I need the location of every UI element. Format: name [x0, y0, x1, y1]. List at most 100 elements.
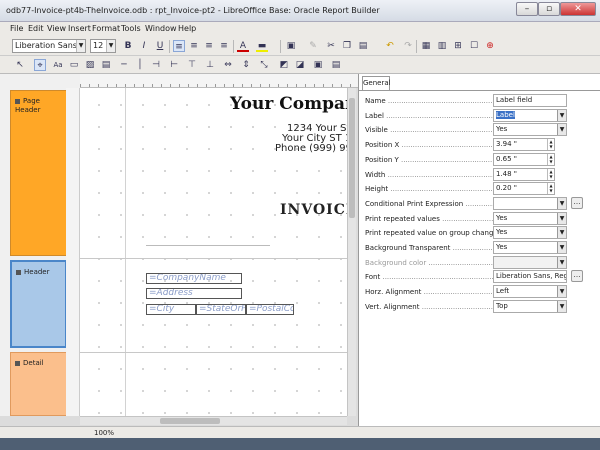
save-icon[interactable]: ▣: [285, 40, 297, 52]
section-detail[interactable]: Detail: [10, 352, 67, 416]
properties-icon[interactable]: ☐: [468, 40, 480, 52]
align-left-edges-icon[interactable]: ⊣: [150, 59, 162, 71]
image-control-icon[interactable]: ▨: [84, 59, 96, 71]
chevron-down-icon[interactable]: ▼: [557, 197, 566, 209]
align-top-icon[interactable]: ⊤: [186, 59, 198, 71]
property-value[interactable]: Top ▼: [493, 299, 567, 313]
menu-window[interactable]: Window: [145, 24, 177, 33]
font-size-combo[interactable]: 12 ▼: [90, 39, 116, 53]
property-value[interactable]: Liberation Sans, Regula: [493, 270, 567, 284]
horizontal-line-icon[interactable]: ─: [118, 59, 130, 71]
company-name-field[interactable]: =CompanyName: [146, 273, 242, 284]
underline-icon[interactable]: U: [154, 40, 166, 52]
chart-icon[interactable]: ▤: [100, 59, 112, 71]
field-list-icon[interactable]: ▥: [436, 40, 448, 52]
invoice-title-label[interactable]: INVOICE: [280, 202, 347, 218]
copy-icon[interactable]: ❐: [341, 40, 353, 52]
chevron-down-icon[interactable]: ▼: [557, 227, 566, 239]
bold-icon[interactable]: B: [122, 40, 134, 52]
property-value[interactable]: 0.65 " ▲ ▼: [493, 152, 555, 166]
menu-insert[interactable]: Insert: [68, 24, 91, 33]
address-field[interactable]: =Address: [146, 288, 242, 299]
label-field-icon[interactable]: Aa: [52, 59, 64, 71]
cut-icon[interactable]: ✂: [325, 40, 337, 52]
align-right-edges-icon[interactable]: ⊢: [168, 59, 180, 71]
postal-code-field[interactable]: =PostalCo: [246, 304, 294, 315]
font-color-icon[interactable]: A: [237, 40, 249, 52]
sorting-grouping-icon[interactable]: ⊞: [452, 40, 464, 52]
menu-view[interactable]: View: [47, 24, 66, 33]
menu-format[interactable]: Format: [92, 24, 120, 33]
edit-icon[interactable]: ✎: [307, 40, 319, 52]
align-left-icon[interactable]: ≡: [173, 40, 185, 52]
spin-arrows-icon[interactable]: ▲ ▼: [547, 183, 554, 195]
property-value[interactable]: Yes ▼: [493, 123, 567, 137]
close-button[interactable]: ✕: [560, 2, 596, 16]
chevron-down-icon[interactable]: ▼: [557, 124, 566, 136]
ellipsis-button[interactable]: …: [571, 196, 583, 209]
zoom-level[interactable]: 100%: [94, 429, 114, 437]
property-value[interactable]: Yes ▼: [493, 226, 567, 240]
spin-arrows-icon[interactable]: ▲ ▼: [547, 168, 554, 180]
bring-to-front-icon[interactable]: ◩: [278, 59, 290, 71]
shrink-icon[interactable]: ⇔: [222, 59, 234, 71]
horizontal-scrollbar[interactable]: [80, 416, 347, 425]
object-resize-icon[interactable]: ⤡: [258, 59, 270, 71]
report-canvas[interactable]: Your Compan 1234 Your Stre Your City ST …: [80, 88, 347, 416]
chevron-down-icon[interactable]: ▼: [557, 242, 566, 253]
grid-icon[interactable]: ▦: [420, 40, 432, 52]
horizontal-line[interactable]: [146, 245, 270, 246]
scroll-thumb[interactable]: [349, 98, 355, 218]
section-page-header[interactable]: Page Header: [10, 90, 67, 256]
property-value[interactable]: Label field: [493, 94, 567, 107]
align-right-icon[interactable]: ≡: [203, 40, 215, 52]
group-icon[interactable]: ▣: [312, 59, 324, 71]
section-header[interactable]: Header: [10, 260, 67, 348]
vertical-scrollbar[interactable]: [347, 88, 356, 416]
align-center-icon[interactable]: ≡: [188, 40, 200, 52]
italic-icon[interactable]: I: [138, 40, 150, 52]
chevron-down-icon[interactable]: ▼: [557, 212, 566, 224]
align-justify-icon[interactable]: ≡: [218, 40, 230, 52]
property-value[interactable]: 0.20 " ▲ ▼: [493, 182, 555, 196]
menu-file[interactable]: File: [10, 24, 23, 33]
redo-icon[interactable]: ↷: [402, 40, 414, 52]
minimize-button[interactable]: –: [516, 2, 538, 16]
vertical-line-icon[interactable]: │: [134, 59, 146, 71]
property-value[interactable]: 3.94 " ▲ ▼: [493, 138, 555, 152]
property-value[interactable]: Label ▼: [493, 108, 567, 122]
select-arrow-icon[interactable]: ↖: [14, 59, 26, 71]
chevron-down-icon[interactable]: ▼: [557, 109, 566, 121]
menu-help[interactable]: Help: [178, 24, 196, 33]
spin-arrows-icon[interactable]: ▲ ▼: [547, 139, 554, 151]
property-value[interactable]: Yes ▼: [493, 211, 567, 225]
menu-tools[interactable]: Tools: [121, 24, 141, 33]
state-field[interactable]: =StateOrPr: [196, 304, 246, 315]
undo-icon[interactable]: ↶: [384, 40, 396, 52]
send-to-back-icon[interactable]: ◪: [294, 59, 306, 71]
ellipsis-button[interactable]: …: [571, 270, 583, 283]
chevron-down-icon[interactable]: ▼: [557, 286, 566, 298]
highlight-icon[interactable]: ▬: [256, 40, 268, 52]
property-value[interactable]: Left ▼: [493, 285, 567, 299]
property-value[interactable]: Yes ▼: [493, 241, 567, 254]
chevron-down-icon[interactable]: ▼: [557, 256, 566, 268]
ungroup-icon[interactable]: ▤: [330, 59, 342, 71]
tab-general[interactable]: General: [362, 76, 391, 90]
label-tool-icon[interactable]: ⌖: [34, 59, 46, 71]
property-value[interactable]: ▼: [493, 196, 567, 210]
align-bottom-icon[interactable]: ⊥: [204, 59, 216, 71]
help-icon[interactable]: ⊕: [484, 40, 496, 52]
chevron-down-icon[interactable]: ▼: [557, 300, 566, 312]
text-field-icon[interactable]: ▭: [68, 59, 80, 71]
city-field[interactable]: =City: [146, 304, 196, 315]
shrink-height-icon[interactable]: ⇕: [240, 59, 252, 71]
font-name-combo[interactable]: Liberation Sans ▼: [12, 39, 86, 53]
property-value[interactable]: ▼: [493, 255, 567, 269]
phone-label[interactable]: Phone (999) 999-: [275, 143, 347, 154]
property-value[interactable]: 1.48 " ▲ ▼: [493, 167, 555, 181]
maximize-button[interactable]: ▫: [538, 2, 560, 16]
company-name-label[interactable]: Your Compan: [230, 94, 347, 114]
paste-icon[interactable]: ▤: [357, 40, 369, 52]
spin-arrows-icon[interactable]: ▲ ▼: [547, 153, 554, 165]
